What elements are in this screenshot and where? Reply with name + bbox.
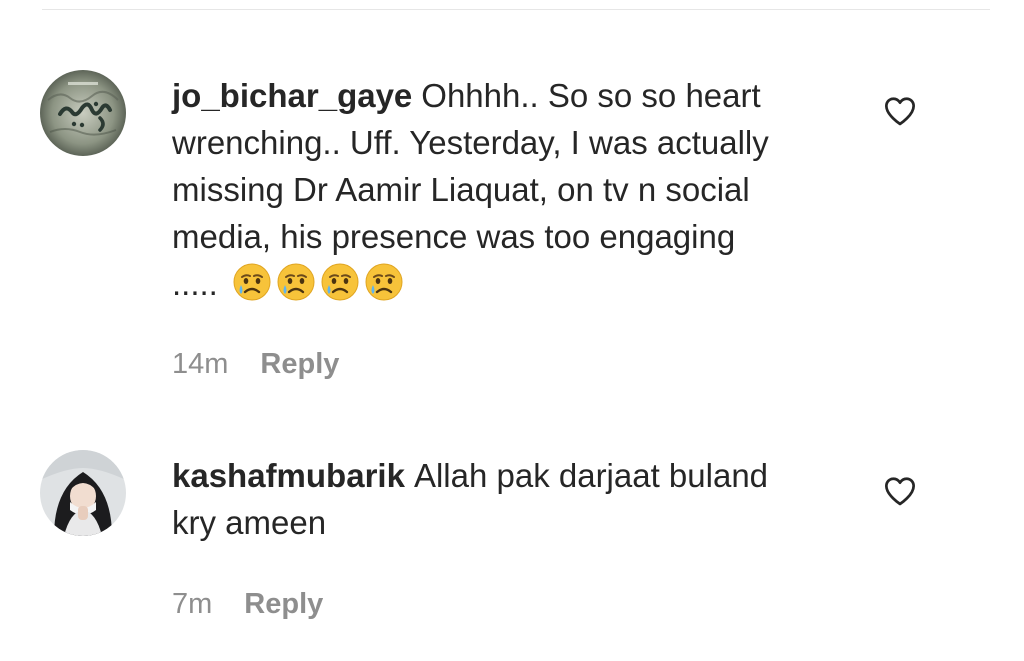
emoji-row [233,263,403,301]
comment-meta: 7m Reply [172,588,323,621]
top-divider [42,9,990,10]
reply-button[interactable]: Reply [260,348,339,381]
heart-outline-icon [885,477,915,506]
crying-face-emoji [321,263,359,301]
crying-face-emoji [277,263,315,301]
heart-outline-icon [885,97,915,126]
comment-text-line: Allah pak darjaat buland [413,457,769,494]
comment-username[interactable]: kashafmubarik [172,457,405,494]
like-button[interactable] [880,471,920,511]
reply-button[interactable]: Reply [244,588,323,621]
comment-username[interactable]: jo_bichar_gaye [172,77,412,114]
comment-text-line: kry ameen [172,504,327,541]
comment-text-line: Ohhhh.. So so so heart [421,77,761,114]
comment-text-line: missing Dr Aamir Liaquat, on tv n social [172,171,750,208]
comment-timestamp: 7m [172,588,213,620]
avatar[interactable] [40,450,126,536]
comment-text-line: ..... [172,265,218,302]
avatar-image [40,450,126,536]
like-button[interactable] [880,91,920,131]
comment-timestamp: 14m [172,348,229,380]
comment-text-line: media, his presence was too engaging [172,218,736,255]
comment-body: kashafmubarik Allah pak darjaat buland kr… [172,452,852,546]
avatar[interactable] [40,70,126,156]
crying-face-emoji [233,263,271,301]
comment-body: jo_bichar_gaye Ohhhh.. So so so heart wre… [172,72,852,307]
comment-meta: 14m Reply [172,348,339,381]
avatar-image [40,70,126,156]
comment-text-line: wrenching.. Uff. Yesterday, I was actual… [172,124,769,161]
crying-face-emoji [365,263,403,301]
